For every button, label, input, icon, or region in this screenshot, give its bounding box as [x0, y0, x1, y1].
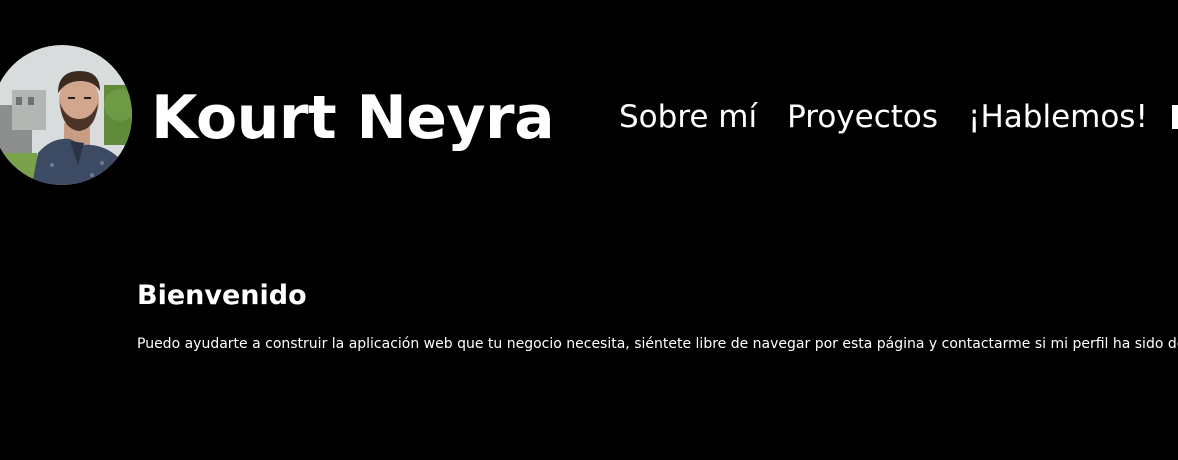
nav-link-sobre-mi[interactable]: Sobre mí [619, 95, 757, 139]
nav-link-hablemos[interactable]: ¡Hablemos! [968, 95, 1148, 139]
avatar-photo [0, 45, 132, 185]
nav-link-truncated[interactable] [1172, 105, 1178, 129]
site-title[interactable]: Kourt Neyra [151, 78, 555, 158]
welcome-section: Bienvenido Puedo ayudarte a construir la… [137, 276, 1178, 354]
welcome-heading: Bienvenido [137, 280, 307, 311]
avatar [0, 45, 132, 185]
welcome-paragraph: Puedo ayudarte a construir la aplicación… [137, 336, 1178, 352]
nav-link-proyectos[interactable]: Proyectos [787, 95, 938, 139]
site-header: Kourt Neyra Sobre mí Proyectos ¡Hablemos… [0, 0, 1178, 200]
main-nav: Sobre mí Proyectos ¡Hablemos! [619, 95, 1148, 139]
